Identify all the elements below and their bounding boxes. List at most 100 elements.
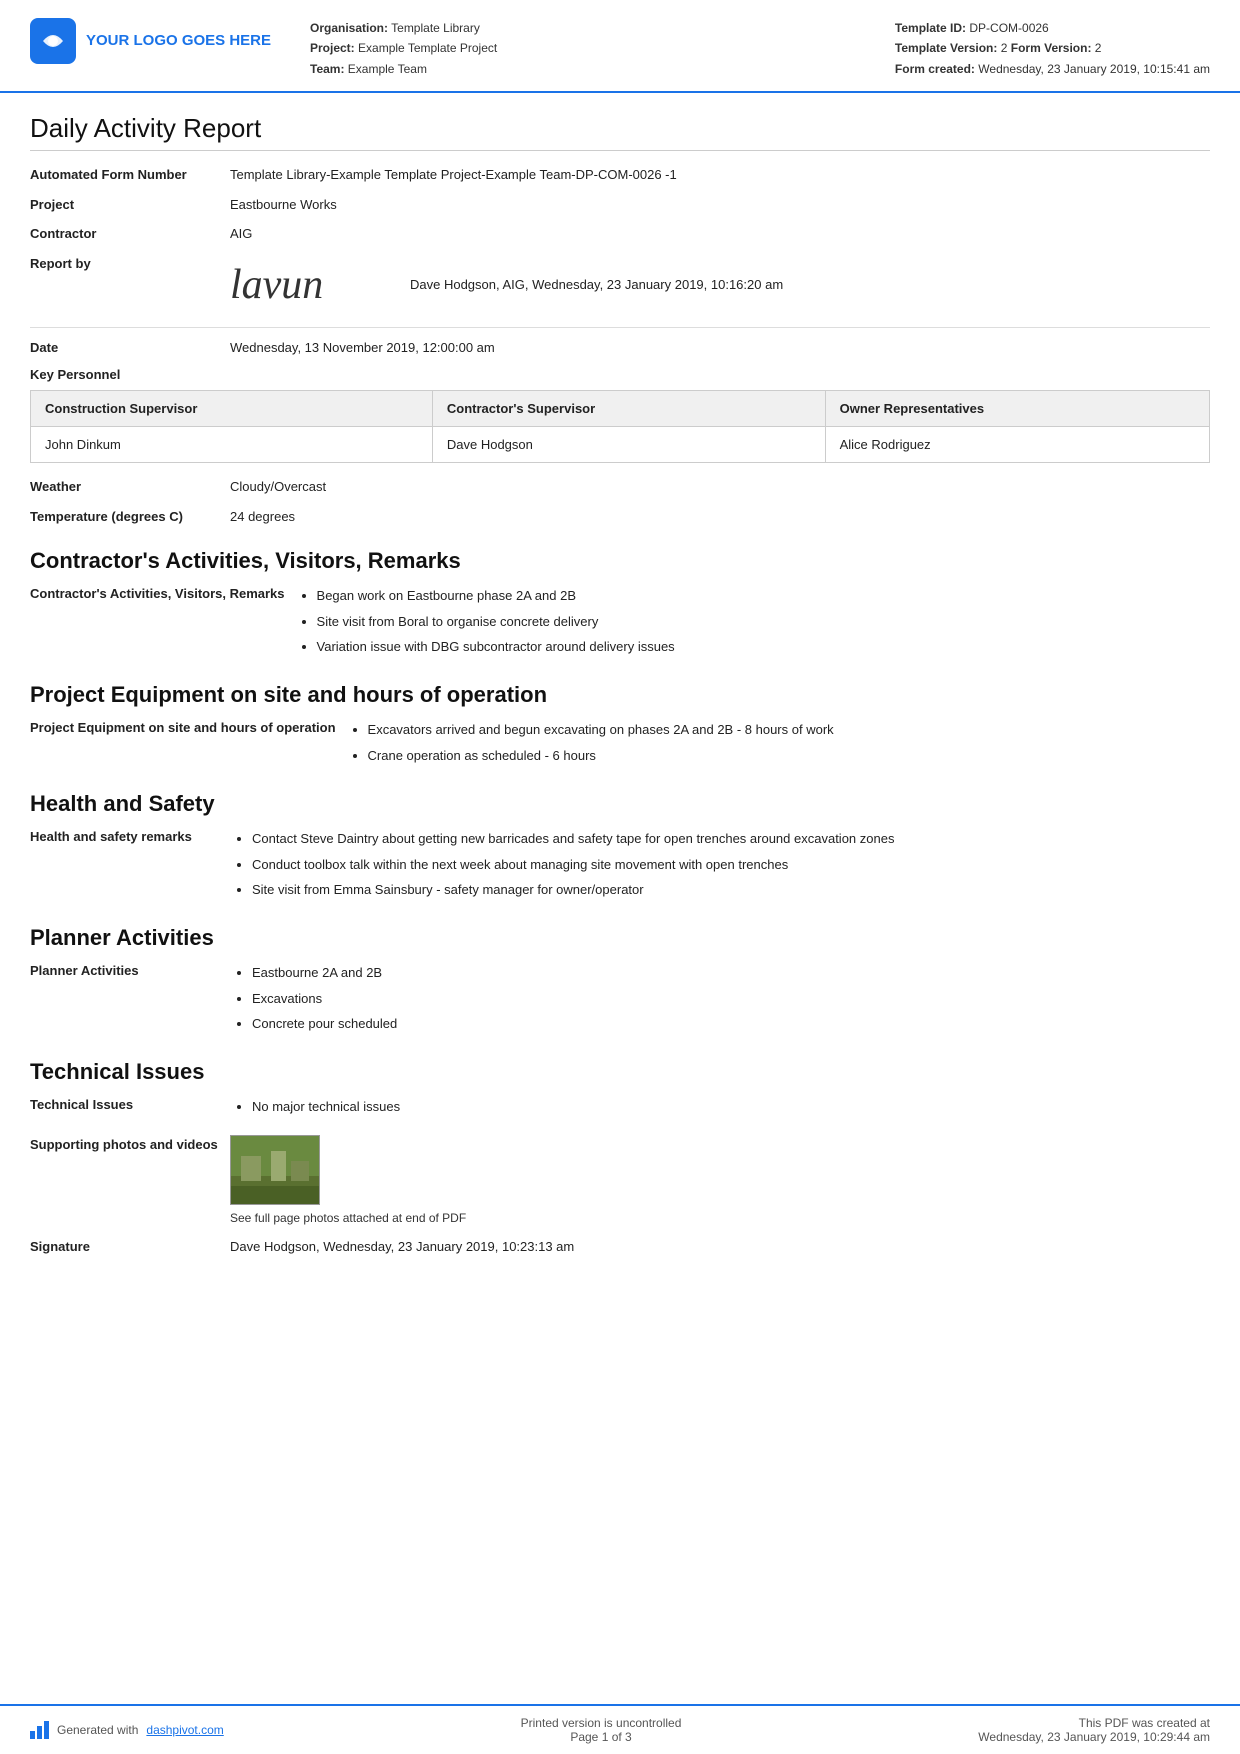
date-row: Date Wednesday, 13 November 2019, 12:00:… — [30, 338, 1210, 358]
planner-activities-section: Planner Activities Eastbourne 2A and 2B … — [30, 961, 1210, 1037]
footer: Generated with dashpivot.com Printed ver… — [0, 1704, 1240, 1754]
list-item: Site visit from Boral to organise concre… — [317, 610, 1210, 633]
final-signature-value: Dave Hodgson, Wednesday, 23 January 2019… — [230, 1237, 1210, 1257]
header-right: Template ID: DP-COM-0026 Template Versio… — [875, 18, 1210, 79]
project-field-label: Project — [30, 195, 230, 215]
photo-image — [231, 1136, 319, 1204]
weather-value: Cloudy/Overcast — [230, 477, 1210, 497]
temperature-row: Temperature (degrees C) 24 degrees — [30, 507, 1210, 527]
bar-1 — [30, 1731, 35, 1739]
planner-activities-title: Planner Activities — [30, 925, 1210, 951]
list-item: Contact Steve Daintry about getting new … — [252, 827, 1210, 850]
weather-label: Weather — [30, 477, 230, 497]
form-created-value: Wednesday, 23 January 2019, 10:15:41 am — [978, 62, 1210, 76]
personnel-row: John Dinkum Dave Hodgson Alice Rodriguez — [31, 427, 1210, 463]
personnel-row-col3: Alice Rodriguez — [825, 427, 1209, 463]
report-by-row: Report by lavun Dave Hodgson, AIG, Wedne… — [30, 254, 1210, 317]
template-id-value: DP-COM-0026 — [969, 21, 1048, 35]
planner-activities-list: Eastbourne 2A and 2B Excavations Concret… — [230, 961, 1210, 1037]
template-id-label: Template ID: — [895, 21, 966, 35]
form-number-label: Automated Form Number — [30, 165, 230, 185]
temperature-value: 24 degrees — [230, 507, 1210, 527]
bar-2 — [37, 1726, 42, 1739]
project-label: Project: — [310, 41, 355, 55]
report-by-text: Dave Hodgson, AIG, Wednesday, 23 January… — [410, 275, 783, 295]
key-personnel-label: Key Personnel — [30, 367, 1210, 382]
technical-issues-title: Technical Issues — [30, 1059, 1210, 1085]
project-row: Project Eastbourne Works — [30, 195, 1210, 215]
health-safety-section: Health and safety remarks Contact Steve … — [30, 827, 1210, 903]
photos-row: Supporting photos and videos — [30, 1135, 1210, 1227]
template-version-value: 2 — [1001, 41, 1008, 55]
contractor-label: Contractor — [30, 224, 230, 244]
health-safety-title: Health and Safety — [30, 791, 1210, 817]
personnel-row-col2: Dave Hodgson — [432, 427, 825, 463]
footer-center: Printed version is uncontrolled Page 1 o… — [521, 1716, 682, 1744]
list-item: Site visit from Emma Sainsbury - safety … — [252, 878, 1210, 901]
col-owner-representatives: Owner Representatives — [825, 391, 1209, 427]
photos-label: Supporting photos and videos — [30, 1135, 230, 1155]
form-number-value: Template Library-Example Template Projec… — [230, 165, 1210, 185]
footer-logo-bars — [30, 1721, 49, 1739]
footer-uncontrolled: Printed version is uncontrolled — [521, 1716, 682, 1730]
equipment-list: Excavators arrived and begun excavating … — [346, 718, 1210, 769]
logo-area: YOUR LOGO GOES HERE — [30, 18, 290, 64]
org-label: Organisation: — [310, 21, 388, 35]
project-field-value: Eastbourne Works — [230, 195, 1210, 215]
footer-generated-text: Generated with — [57, 1723, 138, 1737]
list-item: Concrete pour scheduled — [252, 1012, 1210, 1035]
team-label: Team: — [310, 62, 344, 76]
health-safety-label: Health and safety remarks — [30, 827, 230, 848]
form-version-value: 2 — [1095, 41, 1102, 55]
col-construction-supervisor: Construction Supervisor — [31, 391, 433, 427]
report-by-label: Report by — [30, 254, 230, 274]
col-contractors-supervisor: Contractor's Supervisor — [432, 391, 825, 427]
contractors-activities-section: Contractor's Activities, Visitors, Remar… — [30, 584, 1210, 660]
template-version-label: Template Version: — [895, 41, 997, 55]
equipment-title: Project Equipment on site and hours of o… — [30, 682, 1210, 708]
report-title: Daily Activity Report — [30, 113, 1210, 151]
technical-issues-label: Technical Issues — [30, 1095, 230, 1116]
date-value: Wednesday, 13 November 2019, 12:00:00 am — [230, 338, 1210, 358]
list-item: Excavations — [252, 987, 1210, 1010]
logo-text: YOUR LOGO GOES HERE — [86, 31, 271, 51]
footer-pdf-date: Wednesday, 23 January 2019, 10:29:44 am — [978, 1730, 1210, 1744]
list-item: Excavators arrived and begun excavating … — [368, 718, 1210, 741]
list-item: No major technical issues — [252, 1095, 1210, 1118]
health-safety-list: Contact Steve Daintry about getting new … — [230, 827, 1210, 903]
contractor-value: AIG — [230, 224, 1210, 244]
footer-right: This PDF was created at Wednesday, 23 Ja… — [978, 1716, 1210, 1744]
photos-caption: See full page photos attached at end of … — [230, 1209, 1210, 1227]
equipment-section: Project Equipment on site and hours of o… — [30, 718, 1210, 769]
temperature-label: Temperature (degrees C) — [30, 507, 230, 527]
contractors-activities-list: Began work on Eastbourne phase 2A and 2B… — [295, 584, 1210, 660]
signature-area: lavun Dave Hodgson, AIG, Wednesday, 23 J… — [230, 254, 1210, 317]
report-by-value: lavun Dave Hodgson, AIG, Wednesday, 23 J… — [230, 254, 1210, 317]
contractors-activities-title: Contractor's Activities, Visitors, Remar… — [30, 548, 1210, 574]
personnel-row-col1: John Dinkum — [31, 427, 433, 463]
signature-row: Signature Dave Hodgson, Wednesday, 23 Ja… — [30, 1237, 1210, 1257]
team-value: Example Team — [348, 62, 427, 76]
bar-3 — [44, 1721, 49, 1739]
form-created-label: Form created: — [895, 62, 975, 76]
date-label: Date — [30, 338, 230, 358]
form-number-row: Automated Form Number Template Library-E… — [30, 165, 1210, 185]
planner-activities-label: Planner Activities — [30, 961, 230, 982]
list-item: Eastbourne 2A and 2B — [252, 961, 1210, 984]
signature-label: Signature — [30, 1237, 230, 1257]
footer-page: Page 1 of 3 — [521, 1730, 682, 1744]
footer-pdf-label: This PDF was created at — [978, 1716, 1210, 1730]
technical-issues-section: Technical Issues No major technical issu… — [30, 1095, 1210, 1120]
project-value: Example Template Project — [358, 41, 497, 55]
contractor-row: Contractor AIG — [30, 224, 1210, 244]
footer-link[interactable]: dashpivot.com — [146, 1723, 223, 1737]
photo-thumbnail — [230, 1135, 320, 1205]
contractors-activities-label: Contractor's Activities, Visitors, Remar… — [30, 584, 295, 605]
signature-image: lavun — [230, 254, 390, 317]
personnel-table: Construction Supervisor Contractor's Sup… — [30, 390, 1210, 463]
header-meta: Organisation: Template Library Project: … — [290, 18, 875, 79]
org-value: Template Library — [391, 21, 480, 35]
list-item: Crane operation as scheduled - 6 hours — [368, 744, 1210, 767]
list-item: Began work on Eastbourne phase 2A and 2B — [317, 584, 1210, 607]
photos-value: See full page photos attached at end of … — [230, 1135, 1210, 1227]
